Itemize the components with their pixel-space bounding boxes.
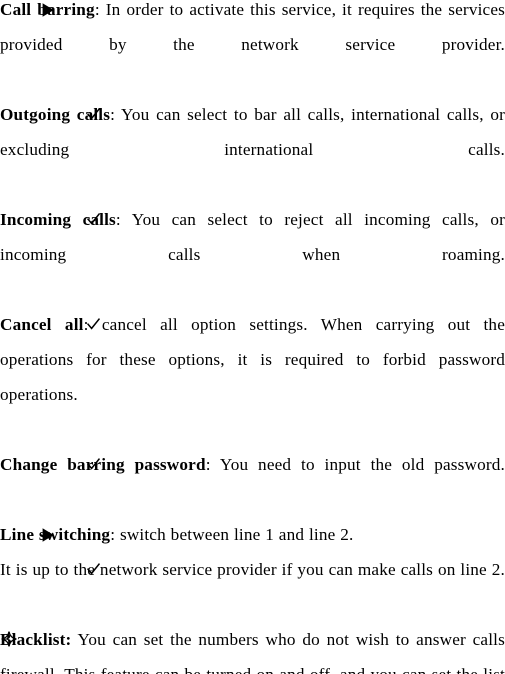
list-item-body: Outgoing calls: You can select to bar al… — [0, 97, 505, 202]
list-item-text: You can set the numbers who do not wish … — [0, 630, 505, 674]
list-item-body: Change barring password: You need to inp… — [0, 447, 505, 517]
document-page: Call barring: In order to activate this … — [0, 0, 505, 674]
check-bullet-icon — [87, 307, 100, 331]
list-item-body: Call barring: In order to activate this … — [0, 0, 505, 97]
check-bullet-icon — [87, 552, 100, 576]
arrowhead-bullet-icon — [41, 0, 55, 17]
list-item: Line switching: switch between line 1 an… — [0, 517, 505, 552]
list-item-body: Blacklist: You can set the numbers who d… — [0, 622, 505, 674]
list-item-body: Cancel all: cancel all option settings. … — [0, 307, 505, 447]
list-item-body: Line switching: switch between line 1 an… — [0, 517, 505, 552]
check-bullet-icon — [87, 97, 100, 121]
list-item: Outgoing calls: You can select to bar al… — [0, 97, 505, 202]
list-item-text: : switch between line 1 and line 2. — [110, 525, 354, 544]
list-item-text: : You need to input the old password. — [205, 455, 505, 474]
list-item-text: It is up to the network service provider… — [0, 560, 505, 579]
list-item: Call barring: In order to activate this … — [0, 0, 505, 97]
list-item: Change barring password: You need to inp… — [0, 447, 505, 517]
arrowhead-bullet-icon — [41, 517, 55, 542]
list-item-lead: Change barring password — [0, 455, 206, 474]
check-bullet-icon — [87, 202, 100, 226]
list-item: Blacklist: You can set the numbers who d… — [0, 622, 505, 674]
list-item-body: Incoming calls: You can select to reject… — [0, 202, 505, 307]
list-item: It is up to the network service provider… — [0, 552, 505, 622]
list-item: Incoming calls: You can select to reject… — [0, 202, 505, 307]
star-bullet-icon — [1, 622, 17, 647]
check-bullet-icon — [87, 447, 100, 471]
list-item: Cancel all: cancel all option settings. … — [0, 307, 505, 447]
list-item-lead: Cancel all — [0, 315, 84, 334]
list-item-lead: Line switching — [0, 525, 111, 544]
list-item-body: It is up to the network service provider… — [0, 552, 505, 622]
